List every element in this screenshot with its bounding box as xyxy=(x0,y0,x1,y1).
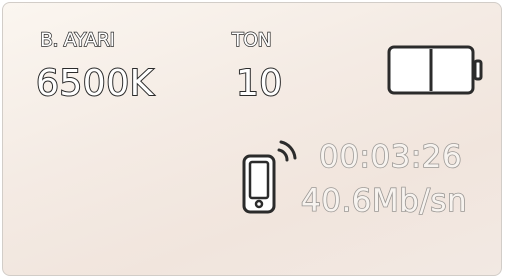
tint-label: TON xyxy=(231,28,272,51)
white-balance-value: 6500K xyxy=(35,62,154,105)
status-display-panel: B. AYARI 6500K TON 10 00:03:26 40.6Mb/sn xyxy=(2,2,502,276)
phone-signal-icon xyxy=(242,140,297,214)
stream-bitrate: 40.6Mb/sn xyxy=(300,182,468,220)
battery-icon xyxy=(387,45,483,95)
stream-timecode: 00:03:26 xyxy=(318,138,463,176)
white-balance-label: B. AYARI xyxy=(39,28,115,51)
tint-value: 10 xyxy=(235,62,283,105)
